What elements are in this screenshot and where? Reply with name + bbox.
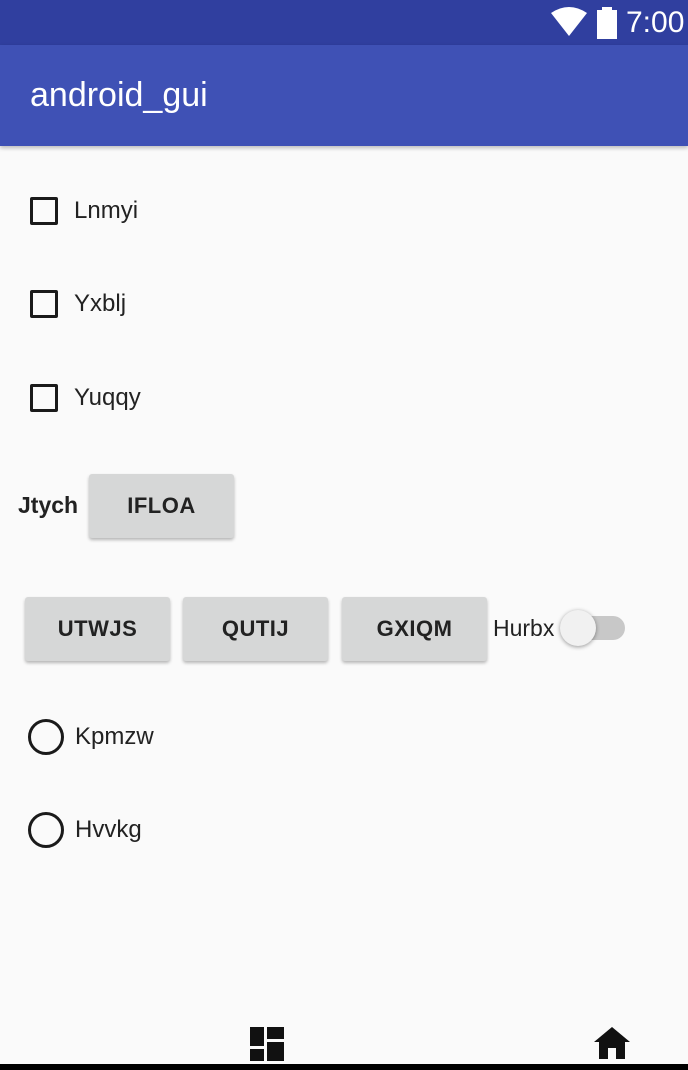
radio-circle[interactable] [28,719,64,755]
bottom-divider [0,1064,688,1070]
battery-icon [597,7,617,39]
qutij-button[interactable]: QUTIJ [183,597,328,661]
content-area [0,146,688,1036]
home-icon[interactable] [594,1027,630,1059]
radio-label: Kpmzw [75,723,154,750]
status-time: 7:00 [626,6,685,39]
jtych-label: Jtych [18,492,79,518]
ifloa-button[interactable]: IFLOA [89,474,234,538]
radio-kpmzw[interactable]: Kpmzw [28,717,154,757]
wifi-icon [551,7,587,36]
checkbox-box[interactable] [30,384,58,412]
checkbox-label: Yuqqy [74,384,141,411]
checkbox-yuqqy[interactable]: Yuqqy [30,380,141,416]
app-bar: android_gui [0,45,688,146]
radio-circle[interactable] [28,812,64,848]
radio-hvvkg[interactable]: Hvvkg [28,810,142,850]
checkbox-box[interactable] [30,197,58,225]
radio-label: Hvvkg [75,816,142,843]
checkbox-yxblj[interactable]: Yxblj [30,286,126,322]
bottom-nav [0,1018,688,1070]
checkbox-label: Lnmyi [74,197,139,224]
checkbox-box[interactable] [30,290,58,318]
app-title: android_gui [30,76,208,114]
hurbx-label: Hurbx [493,615,555,641]
utwjs-button[interactable]: UTWJS [25,597,170,661]
gxiqm-button[interactable]: GXIQM [342,597,487,661]
status-bar: 7:00 [0,0,688,45]
checkbox-label: Yxblj [74,290,127,317]
checkbox-lnmyi[interactable]: Lnmyi [30,193,138,229]
hurbx-switch-thumb[interactable] [560,610,596,646]
dashboard-icon[interactable] [250,1027,284,1061]
